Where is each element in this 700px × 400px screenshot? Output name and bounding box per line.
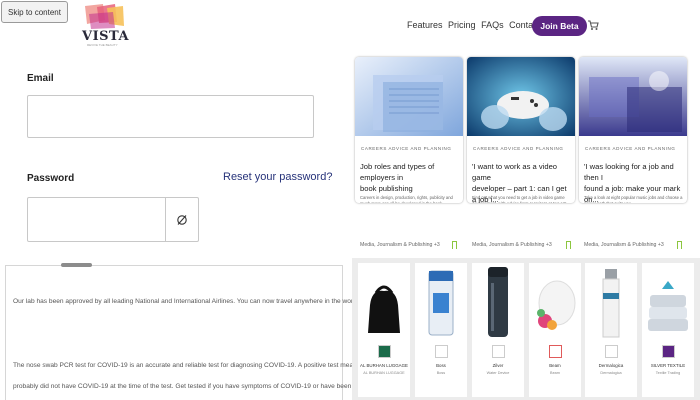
- card-category: CAREERS ADVICE AND PLANNING: [361, 146, 452, 151]
- product-name: Zilver: [492, 363, 504, 368]
- product-image: [488, 267, 508, 337]
- card-tags[interactable]: Media, Journalism & Publishing +3: [472, 242, 552, 248]
- brand-logo-icon: [605, 345, 618, 358]
- nav-pricing[interactable]: Pricing: [448, 20, 476, 30]
- email-field[interactable]: [27, 95, 314, 138]
- product-name: AL BURHAN LUGGAGE: [360, 363, 408, 368]
- card-category: CAREERS ADVICE AND PLANNING: [473, 146, 564, 151]
- bookmark-icon[interactable]: [677, 241, 682, 249]
- panel-drag-handle[interactable]: [61, 263, 92, 267]
- product-brand: Beam: [550, 371, 560, 375]
- email-label: Email: [27, 73, 54, 84]
- page: Skip to content VISTA REVIVE THE BEAUTY …: [0, 0, 700, 400]
- product-name: Dermalogica: [598, 363, 624, 368]
- card-description: Take a look at eight popular music jobs …: [584, 195, 683, 203]
- top-nav: Features Pricing FAQs Contact: [407, 20, 543, 30]
- bookmark-icon[interactable]: [566, 241, 571, 249]
- bookmark-icon[interactable]: [452, 241, 457, 249]
- card-title[interactable]: Job roles and types of employers in book…: [360, 161, 460, 194]
- logo-wordmark: VISTA: [82, 29, 130, 44]
- product-brand: Textile Trading: [655, 371, 681, 375]
- card-tags[interactable]: Media, Journalism & Publishing +3: [360, 242, 440, 248]
- card-tags[interactable]: Media, Journalism & Publishing +3: [584, 242, 664, 248]
- article-card[interactable]: CAREERS ADVICE AND PLANNING 'I was looki…: [579, 57, 687, 203]
- product-brand: Water Device: [486, 371, 510, 375]
- password-label: Password: [27, 173, 75, 184]
- nav-features[interactable]: Features: [407, 20, 443, 30]
- product-image: [602, 269, 620, 338]
- product-tile[interactable]: Boss Boss: [415, 263, 467, 397]
- product-tile[interactable]: Dermalogica Dermalogica: [585, 263, 637, 397]
- join-beta-button[interactable]: Join Beta: [532, 16, 587, 36]
- product-tile[interactable]: Beam Beam: [529, 263, 581, 397]
- article-card[interactable]: CAREERS ADVICE AND PLANNING 'I want to w…: [467, 57, 575, 203]
- product-name: SILVER TEXTILE: [650, 363, 686, 368]
- product-image: [428, 270, 454, 336]
- cart-icon[interactable]: [587, 19, 599, 31]
- brand-logo-icon: [492, 345, 505, 358]
- product-brand: Boss: [436, 371, 446, 375]
- product-tile[interactable]: AL BURHAN LUGGAGE AL BURHAN LUGGAGE: [358, 263, 410, 397]
- brand-logo-icon: [378, 345, 391, 358]
- product-name: Boss: [436, 363, 446, 368]
- nav-faqs[interactable]: FAQs: [481, 20, 504, 30]
- product-tile[interactable]: SILVER TEXTILE Textile Trading: [642, 263, 694, 397]
- article-image: [579, 57, 687, 136]
- article-card[interactable]: CAREERS ADVICE AND PLANNING Job roles an…: [355, 57, 463, 203]
- article-image: [467, 57, 575, 136]
- logo-tagline: REVIVE THE BEAUTY: [87, 43, 118, 47]
- toggle-password-visibility-button[interactable]: [165, 197, 198, 242]
- eye-off-icon: [177, 214, 187, 225]
- brand-logo-icon: [549, 345, 562, 358]
- reset-password-link[interactable]: Reset your password?: [223, 171, 332, 183]
- brand-logo-icon: [435, 345, 448, 358]
- card-description: Find out what you need to get a job in v…: [472, 195, 567, 203]
- card-description: Careers in design, production, rights, p…: [360, 195, 453, 203]
- product-image: [648, 281, 688, 331]
- logo-mark-icon: [85, 4, 124, 29]
- article-image: [355, 57, 463, 136]
- product-image: [368, 285, 400, 333]
- product-name: Beam: [549, 363, 561, 368]
- notice-panel: [5, 265, 343, 400]
- card-category: CAREERS ADVICE AND PLANNING: [585, 146, 676, 151]
- vista-logo[interactable]: VISTA REVIVE THE BEAUTY: [81, 4, 130, 47]
- product-brand: AL BURHAN LUGGAGE: [363, 371, 405, 375]
- product-tile[interactable]: Zilver Water Device: [472, 263, 524, 397]
- product-brand: Dermalogica: [600, 371, 622, 375]
- brand-logo-icon: [662, 345, 675, 358]
- skip-to-content-link[interactable]: Skip to content: [1, 1, 68, 23]
- product-image: [537, 280, 576, 330]
